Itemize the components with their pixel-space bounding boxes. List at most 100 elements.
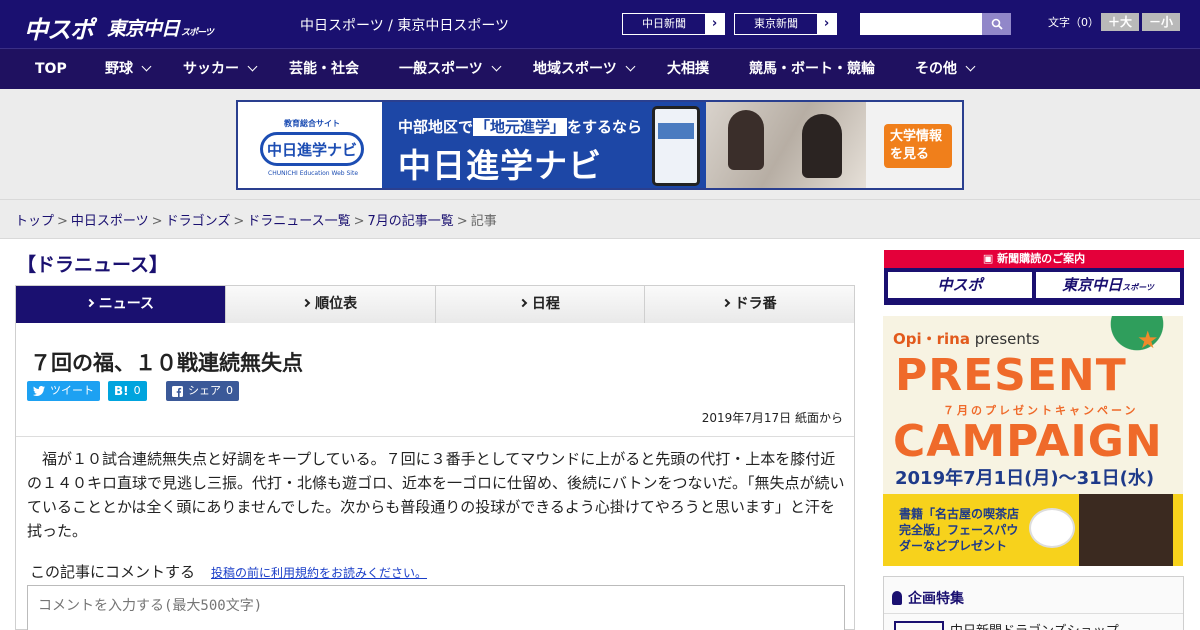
powder-jar-image [1029, 508, 1075, 548]
chevron-right-icon: › [817, 14, 836, 34]
tab-draban[interactable]: ドラ番 [645, 286, 854, 323]
search-input[interactable] [860, 13, 982, 35]
header-tagline: 中日スポーツ / 東京中日スポーツ [300, 18, 510, 34]
nav-sumo[interactable]: 大相撲 [667, 49, 709, 89]
breadcrumb-separator: > [353, 214, 365, 229]
nav-entertainment[interactable]: 芸能・社会 [289, 49, 359, 89]
feature-heading: 企画特集 [892, 588, 964, 608]
search-button[interactable] [982, 13, 1011, 35]
article-dateline: 2019年7月17日 紙面から [701, 411, 843, 425]
nav-label: 芸能・社会 [289, 61, 359, 77]
logo-sub-text: 東京中日 [107, 18, 180, 40]
book-image [1079, 494, 1173, 566]
shingaku-navi-banner[interactable]: 教育総合サイト 中日進学ナビ CHUNICHI Education Web Si… [236, 100, 964, 190]
subscribe-btn2-label: 東京中日 [1062, 276, 1123, 294]
facebook-share-button[interactable]: シェア 0 [166, 381, 239, 401]
tab-label: ドラ番 [734, 296, 777, 312]
dragons-shop-link[interactable]: 中日新聞ドラゴンズショップ [950, 620, 1119, 630]
chevron-down-icon [491, 61, 502, 72]
chevron-down-icon [247, 61, 258, 72]
tab-news[interactable]: ニュース [16, 286, 226, 331]
site-logo[interactable]: 中スポ 東京中日 スポーツ [24, 10, 214, 45]
hatena-count: 0 [133, 384, 141, 397]
tab-schedule[interactable]: 日程 [435, 286, 646, 323]
present-campaign-ad[interactable]: ★ Opi・rina presents PRESENT ７月のプレゼントキャンペ… [883, 316, 1183, 566]
tab-label: ニュース [98, 296, 155, 312]
chevron-right-icon: › [705, 14, 724, 34]
breadcrumb-july-list[interactable]: 7月の記事一覧 [368, 214, 454, 229]
chevron-right-icon [301, 298, 311, 308]
article-title: ７回の福、１０戦連続無失点 [30, 351, 303, 375]
breadcrumb-current: 記事 [470, 214, 497, 229]
smartphone-image [644, 102, 706, 188]
nav-label: TOP [35, 61, 67, 77]
hatena-bookmark-button[interactable]: B! 0 [108, 381, 147, 401]
breadcrumb-top[interactable]: トップ [15, 214, 54, 229]
ad-brand: Opi・rina [893, 330, 970, 348]
divider [884, 613, 1183, 614]
divider [16, 436, 854, 437]
chevron-down-icon [625, 61, 636, 72]
font-size-label: 文字（0） [1048, 16, 1099, 29]
breadcrumb-separator: > [233, 214, 245, 229]
font-smaller-button[interactable]: －小 [1142, 13, 1180, 31]
banner-line1-pre: 中部地区で [398, 118, 474, 136]
university-info-button[interactable]: 大学情報を見る [884, 124, 952, 168]
student-figure [802, 114, 842, 178]
nav-label: 一般スポーツ [399, 61, 483, 77]
ext-link-label: 中日新聞 [642, 17, 686, 30]
nav-baseball[interactable]: 野球 [105, 49, 152, 89]
banner-line1-em: 「地元進学」 [473, 118, 568, 136]
breadcrumb-separator: > [456, 214, 468, 229]
article: ７回の福、１０戦連続無失点 ツイート B! 0 シェア 0 2019年7月17日… [15, 323, 855, 630]
banner-logo-pill: 中日進学ナビ [260, 132, 364, 166]
tab-standings[interactable]: 順位表 [225, 286, 436, 323]
breadcrumb-dranews-list[interactable]: ドラニュース一覧 [247, 214, 350, 229]
phone-screen [652, 106, 700, 186]
article-body: 福が１０試合連続無失点と好調をキープしている。７回に３番手としてマウンドに上がる… [27, 450, 845, 540]
subscribe-tokyo-chunichi-button[interactable]: 東京中日スポーツ [1036, 272, 1180, 298]
nav-racing[interactable]: 競馬・ボート・競輪 [749, 49, 875, 89]
breadcrumb-separator: > [151, 214, 163, 229]
nav-soccer[interactable]: サッカー [183, 49, 258, 89]
pin-icon [892, 591, 902, 605]
banner-logo-name: 中日進学ナビ [266, 140, 357, 159]
nav-label: 野球 [105, 61, 133, 77]
twitter-bird-icon [33, 386, 45, 396]
nav-top[interactable]: TOP [35, 49, 67, 89]
feature-title: 企画特集 [908, 591, 964, 607]
nav-label: サッカー [183, 61, 239, 77]
ad-gift-text: 書籍「名古屋の喫茶店 完全版」フェースパウダーなどプレゼント [899, 507, 1020, 553]
breadcrumb-dragons[interactable]: ドラゴンズ [166, 214, 231, 229]
breadcrumb-chunichi-sports[interactable]: 中日スポーツ [71, 214, 149, 229]
nav-regional-sports[interactable]: 地域スポーツ [533, 49, 636, 89]
banner-cta-area: 大学情報を見る [866, 102, 962, 188]
ad-presenter: Opi・rina presents [893, 328, 1040, 349]
nav-label: 競馬・ボート・競輪 [749, 61, 875, 77]
students-photo [706, 102, 866, 188]
chunichi-shimbun-link[interactable]: 中日新聞 › [622, 13, 725, 35]
tweet-button[interactable]: ツイート [27, 381, 100, 401]
banner-line1: 中部地区で 「地元進学」 をするなら [398, 116, 644, 137]
nav-general-sports[interactable]: 一般スポーツ [399, 49, 502, 89]
comment-textarea[interactable] [27, 585, 845, 630]
font-larger-button[interactable]: ＋大 [1101, 13, 1139, 31]
ad-word-campaign: CAMPAIGN [893, 416, 1163, 467]
section-title: 【ドラニュース】 [17, 254, 169, 276]
nav-label: 大相撲 [667, 61, 709, 77]
nav-other[interactable]: その他 [915, 49, 976, 89]
hatena-icon: B! [114, 384, 129, 398]
search-icon [991, 18, 1003, 30]
chevron-right-icon [518, 298, 528, 308]
chevron-right-icon [85, 298, 94, 308]
subscribe-chuspo-button[interactable]: 中スポ [888, 272, 1032, 298]
logo-tokyo-chunichi: 東京中日 スポーツ [107, 14, 214, 41]
phone-screen-image [658, 123, 694, 139]
tokyo-shimbun-link[interactable]: 東京新聞 › [734, 13, 837, 35]
logo-chuspo: 中スポ [24, 16, 94, 44]
banner-line2: 中日進学ナビ [398, 146, 602, 185]
terms-link[interactable]: 投稿の前に利用規約をお読みください。 [211, 564, 427, 581]
banner-copy: 中部地区で 「地元進学」 をするなら 中日進学ナビ [382, 102, 644, 188]
nav-label: その他 [915, 61, 957, 77]
facebook-label: シェア [188, 384, 221, 397]
